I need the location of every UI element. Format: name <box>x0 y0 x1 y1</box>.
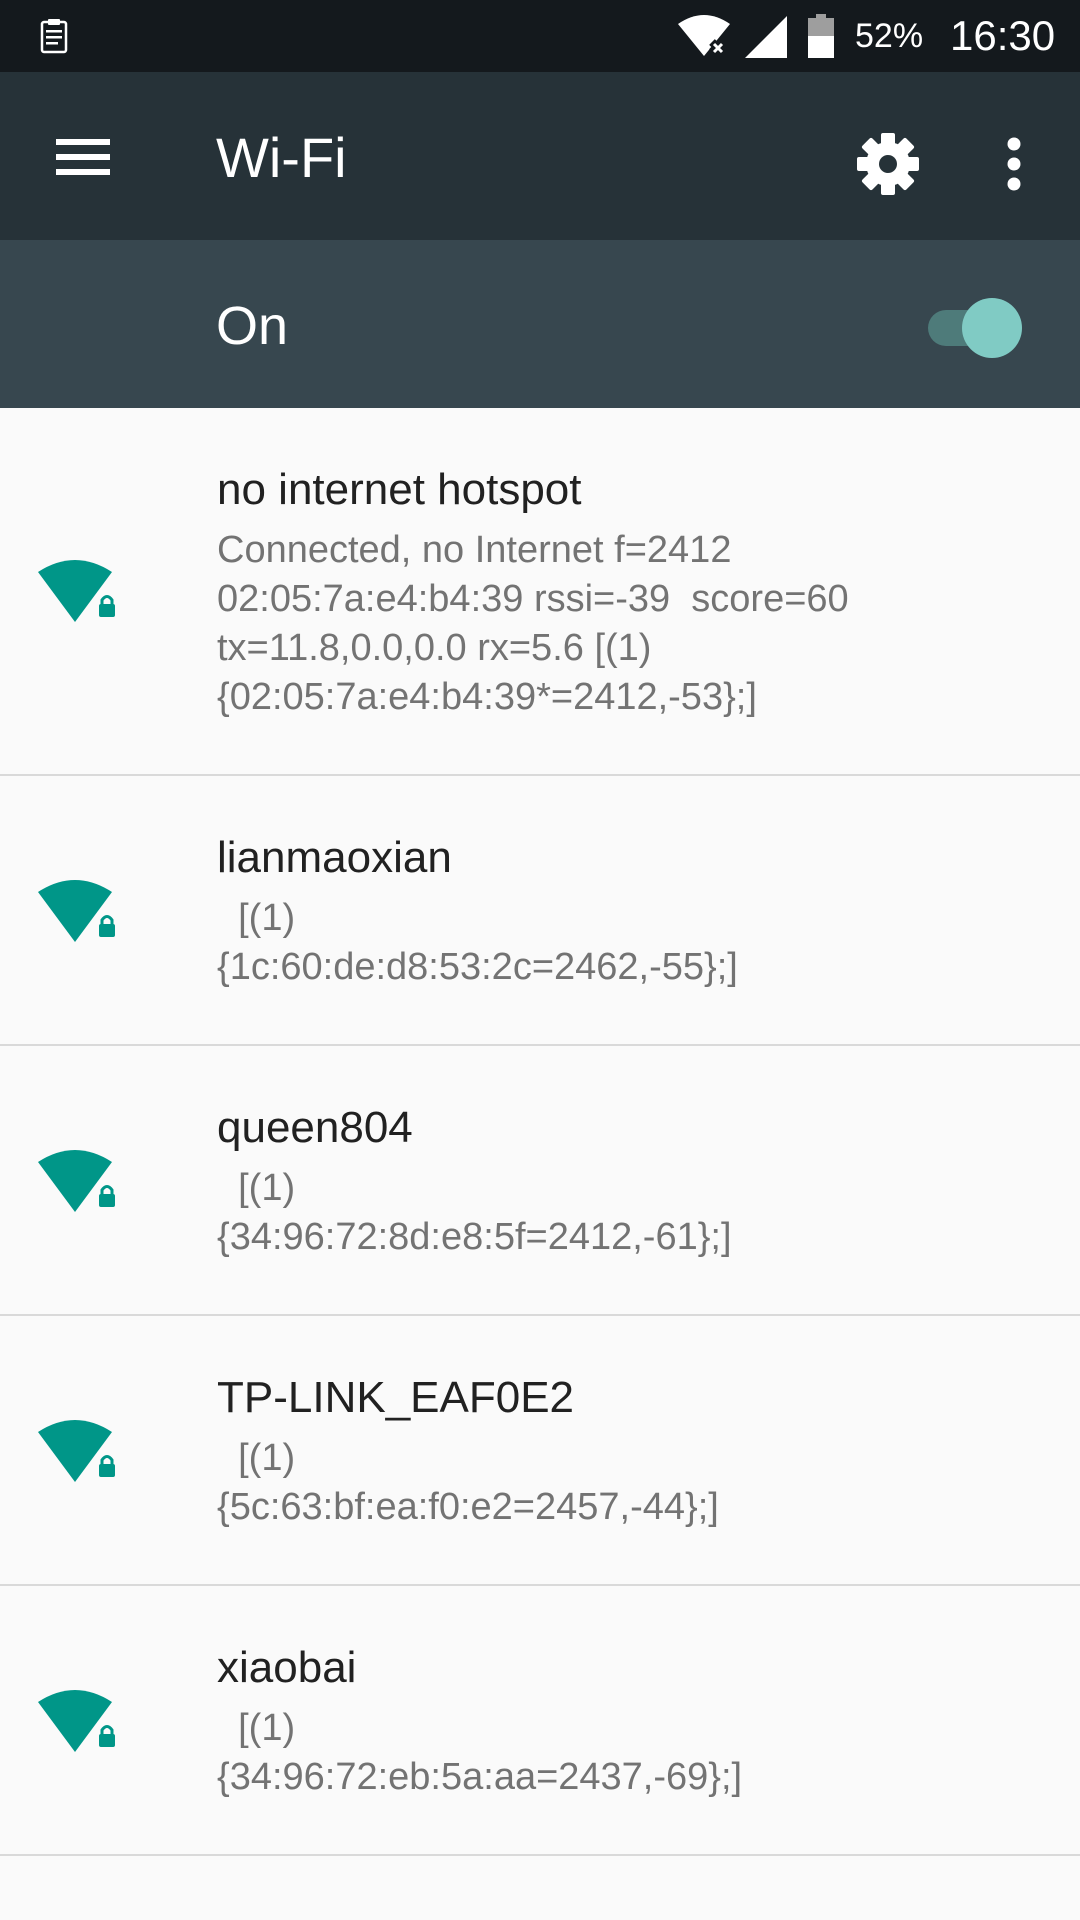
network-ssid: lianmaoxian <box>217 833 452 882</box>
wifi-no-internet-icon <box>678 15 730 56</box>
network-item[interactable]: no internet hotspot Connected, no Intern… <box>0 408 1080 776</box>
wifi-lock-icon <box>38 1690 115 1752</box>
wifi-lock-icon <box>38 1420 115 1482</box>
network-summary-line: [(1) <box>217 1707 296 1749</box>
network-summary-line: [(1) <box>217 1437 296 1479</box>
wifi-master-switch-bar[interactable]: On <box>0 240 1080 408</box>
network-summary-line: 02:05:7a:e4:b4:39 rssi=-39 score=60 <box>217 578 849 620</box>
network-list: no internet hotspot Connected, no Intern… <box>0 408 1080 1920</box>
wifi-lock-icon <box>38 560 115 622</box>
network-summary-line: {34:96:72:8d:e8:5f=2412,-61};] <box>217 1216 732 1258</box>
network-summary-line: {1c:60:de:d8:53:2c=2462,-55};] <box>217 946 738 988</box>
app-toolbar: Wi-Fi <box>0 72 1080 240</box>
wifi-toggle-switch[interactable] <box>924 294 1024 358</box>
network-summary-line: tx=11.8,0.0,0.0 rx=5.6 [(1) <box>217 627 652 669</box>
network-summary-line: [(1) <box>217 897 296 939</box>
log-clipboard-icon <box>40 19 68 54</box>
network-item-partial[interactable] <box>0 1856 1080 1920</box>
toggle-thumb <box>962 298 1022 358</box>
page-title: Wi-Fi <box>216 126 347 189</box>
network-item[interactable]: xiaobai [(1) {34:96:72:eb:5a:aa=2437,-69… <box>0 1586 1080 1856</box>
cell-signal-icon <box>745 16 787 58</box>
battery-percent: 52% <box>855 17 924 55</box>
network-summary-line: {34:96:72:eb:5a:aa=2437,-69};] <box>217 1756 743 1798</box>
network-ssid: no internet hotspot <box>217 465 582 514</box>
wifi-settings-screen: 52% 16:30 Wi-Fi On no internet hotspot C… <box>0 0 1080 1920</box>
wifi-lock-icon <box>38 880 115 942</box>
network-ssid: queen804 <box>217 1103 413 1152</box>
network-summary-line: {02:05:7a:e4:b4:39*=2412,-53};] <box>217 676 757 718</box>
network-ssid: TP-LINK_EAF0E2 <box>217 1373 575 1422</box>
network-summary-line: Connected, no Internet f=2412 <box>217 529 732 571</box>
more-vert-icon[interactable] <box>990 122 1040 206</box>
network-item[interactable]: TP-LINK_EAF0E2 [(1) {5c:63:bf:ea:f0:e2=2… <box>0 1316 1080 1586</box>
network-ssid: xiaobai <box>217 1643 357 1692</box>
clock: 16:30 <box>950 12 1056 59</box>
network-item[interactable]: lianmaoxian [(1) {1c:60:de:d8:53:2c=2462… <box>0 776 1080 1046</box>
gear-icon[interactable] <box>846 122 930 206</box>
network-summary-line: [(1) <box>217 1167 296 1209</box>
network-summary-line: {5c:63:bf:ea:f0:e2=2457,-44};] <box>217 1486 719 1528</box>
network-item[interactable]: queen804 [(1) {34:96:72:8d:e8:5f=2412,-6… <box>0 1046 1080 1316</box>
hamburger-menu-icon[interactable] <box>34 112 134 202</box>
switch-label: On <box>216 296 289 356</box>
status-bar: 52% 16:30 <box>0 0 1080 72</box>
wifi-lock-icon <box>38 1150 115 1212</box>
battery-icon <box>808 14 834 58</box>
